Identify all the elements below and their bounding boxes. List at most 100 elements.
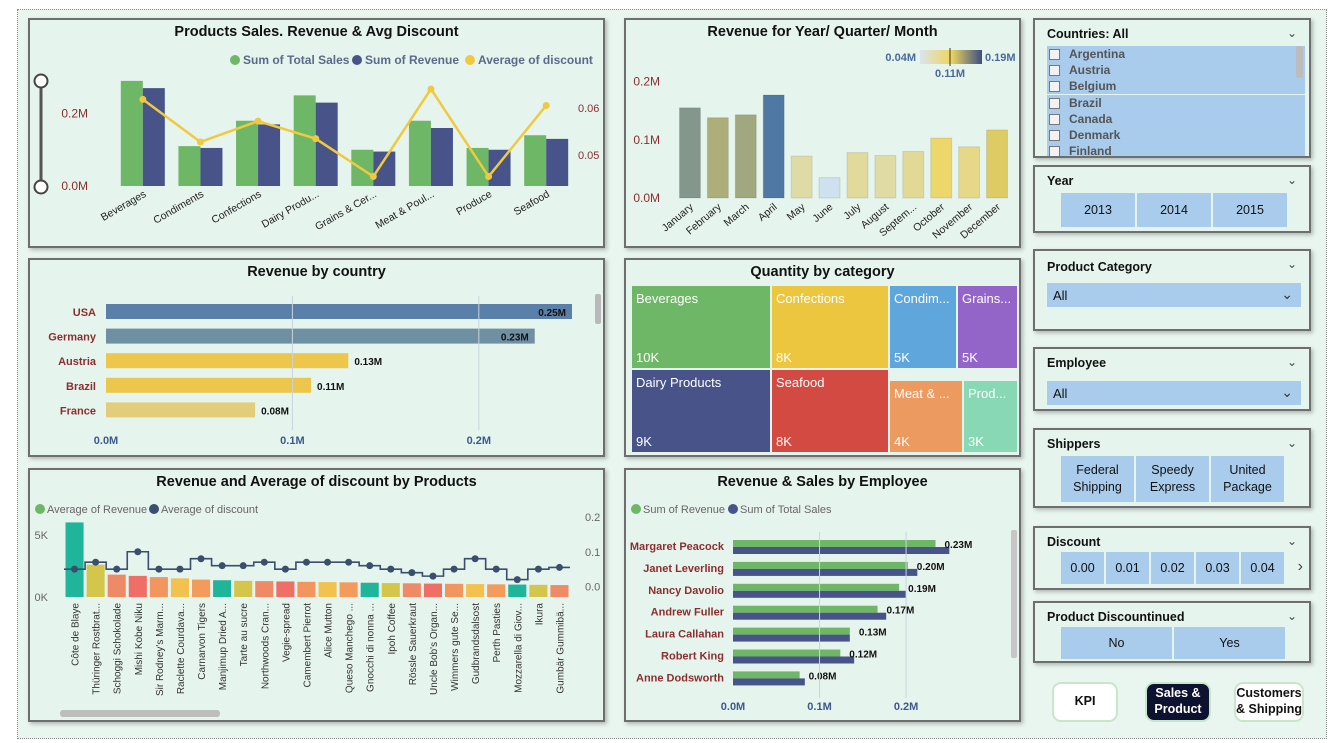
product-category-dropdown[interactable]: All ⌄ <box>1047 283 1301 307</box>
country-option[interactable]: Austria <box>1047 62 1305 79</box>
bar-revenue <box>258 124 281 186</box>
employee-dropdown[interactable]: All ⌄ <box>1047 381 1301 405</box>
country-option[interactable]: Finland <box>1047 143 1305 156</box>
dropdown-value: All <box>1053 385 1068 401</box>
scrollbar <box>595 294 601 324</box>
bar-month-revenue <box>930 137 953 199</box>
treemap-cell[interactable]: Prod... 3K <box>963 380 1018 453</box>
chevron-down-icon[interactable]: ⌄ <box>1281 384 1293 401</box>
treemap-cell[interactable]: Grains... 5K <box>957 285 1018 369</box>
bar-month-revenue <box>734 114 757 199</box>
scrollbar <box>1011 530 1017 658</box>
discount-point <box>196 138 204 146</box>
x-tick-label: Côte de Blaye <box>71 603 82 666</box>
bar-employee-sales <box>733 568 918 576</box>
chevron-down-icon[interactable]: ⌄ <box>1287 173 1297 187</box>
shipper-option[interactable]: Federal Shipping <box>1061 456 1136 502</box>
year-option[interactable]: 2013 <box>1061 193 1137 227</box>
x-tick-label: 0.0M <box>721 701 745 713</box>
bar-product-revenue <box>508 584 527 597</box>
treemap-cell[interactable]: Condim... 5K <box>889 285 957 369</box>
chevron-down-icon[interactable]: ⌄ <box>1287 534 1297 548</box>
treemap-cell[interactable]: Confections 8K <box>771 285 889 369</box>
y-tick-label: 0K <box>35 592 49 604</box>
treemap-cell[interactable]: Dairy Products 9K <box>631 369 771 453</box>
product-category-slicer: Product Category ⌄ All ⌄ <box>1033 249 1311 331</box>
data-label: 0.25M <box>538 308 566 319</box>
discount-option[interactable]: 0.01 <box>1106 552 1151 584</box>
country-option[interactable]: Denmark <box>1047 127 1305 143</box>
chevron-right-icon[interactable]: › <box>1298 558 1303 576</box>
chevron-down-icon[interactable]: ⌄ <box>1287 257 1297 271</box>
treemap-cell[interactable]: Beverages 10K <box>631 285 771 369</box>
discount-point <box>324 558 332 566</box>
discount-point <box>485 173 493 181</box>
legend-marker <box>230 55 240 65</box>
discount-point <box>534 565 542 573</box>
discount-option[interactable]: 0.04 <box>1241 552 1286 584</box>
scrollbar[interactable] <box>1296 46 1303 78</box>
checkbox[interactable] <box>1049 65 1060 77</box>
treemap-label: Dairy Products <box>636 375 722 390</box>
legend-marker <box>728 504 738 514</box>
discount-option[interactable]: 0.02 <box>1151 552 1196 584</box>
y-tick-label: USA <box>73 307 96 319</box>
y2-tick-label: 0.2 <box>585 512 600 524</box>
discontinued-option[interactable]: Yes <box>1174 627 1287 659</box>
discount-option[interactable]: 0.00 <box>1061 552 1106 584</box>
checkbox[interactable] <box>1049 81 1060 93</box>
y-tick-label: Germany <box>48 332 97 344</box>
gradient-max-label: 0.19M <box>985 52 1016 64</box>
shipper-option[interactable]: Speedy Express <box>1136 456 1211 502</box>
bar-product-revenue <box>466 584 485 597</box>
shipper-option[interactable]: United Package <box>1211 456 1286 502</box>
bar-revenue <box>200 147 223 186</box>
discount-point <box>302 558 310 566</box>
treemap-label: Seafood <box>776 375 825 390</box>
x-tick-label: Produce <box>454 188 494 218</box>
chevron-down-icon[interactable]: ⌄ <box>1287 26 1297 40</box>
x-tick-label: Wimmers gute Se... <box>450 603 461 691</box>
country-option[interactable]: Brazil <box>1047 94 1305 111</box>
bar-employee-revenue <box>733 540 936 547</box>
chevron-down-icon[interactable]: ⌄ <box>1281 286 1293 303</box>
year-option[interactable]: 2014 <box>1137 193 1213 227</box>
y-tick-label: Brazil <box>66 381 96 393</box>
bar-revenue <box>430 128 453 186</box>
x-tick-label: Schoggi Schokolade <box>113 603 124 695</box>
bar-month-revenue <box>679 107 701 199</box>
checkbox[interactable] <box>1049 146 1060 156</box>
y-tick-label: 0.0M <box>633 191 660 205</box>
treemap-cell[interactable]: Meat & ... 4K <box>889 380 963 453</box>
customers-shipping-nav-button[interactable]: Customers & Shipping <box>1234 682 1304 722</box>
chevron-down-icon[interactable]: ⌄ <box>1287 355 1297 369</box>
discount-point <box>429 572 437 580</box>
x-tick-label: Rössle Sauerkraut <box>408 603 419 685</box>
discount-point <box>176 565 184 573</box>
treemap-cell[interactable]: Seafood 8K <box>771 369 889 453</box>
y-tick-label: Margaret Peacock <box>630 541 725 553</box>
discount-point <box>113 565 121 573</box>
checkbox[interactable] <box>1049 130 1060 141</box>
chevron-down-icon[interactable]: ⌄ <box>1287 436 1297 450</box>
bar-employee-revenue <box>733 671 800 679</box>
discontinued-option[interactable]: No <box>1061 627 1174 659</box>
chevron-down-icon[interactable]: ⌄ <box>1287 609 1297 623</box>
checkbox[interactable] <box>1049 97 1060 109</box>
legend-label: Sum of Revenue <box>643 504 725 516</box>
bar-total-sales <box>293 95 316 186</box>
checkbox[interactable] <box>1049 113 1060 125</box>
country-option[interactable]: Belgium <box>1047 78 1305 95</box>
bar-country-revenue <box>106 402 256 418</box>
data-label: 0.13M <box>859 628 887 639</box>
sales-product-nav-button[interactable]: Sales & Product <box>1145 682 1211 722</box>
discount-option[interactable]: 0.03 <box>1196 552 1241 584</box>
bar-month-revenue <box>902 150 925 199</box>
slicer-title: Employee <box>1047 356 1107 370</box>
kpi-nav-button[interactable]: KPI <box>1052 682 1118 722</box>
country-option[interactable]: Argentina <box>1047 46 1305 62</box>
bar-month-revenue <box>846 152 869 199</box>
checkbox[interactable] <box>1049 49 1060 60</box>
year-option[interactable]: 2015 <box>1213 193 1289 227</box>
country-option[interactable]: Canada <box>1047 110 1305 127</box>
